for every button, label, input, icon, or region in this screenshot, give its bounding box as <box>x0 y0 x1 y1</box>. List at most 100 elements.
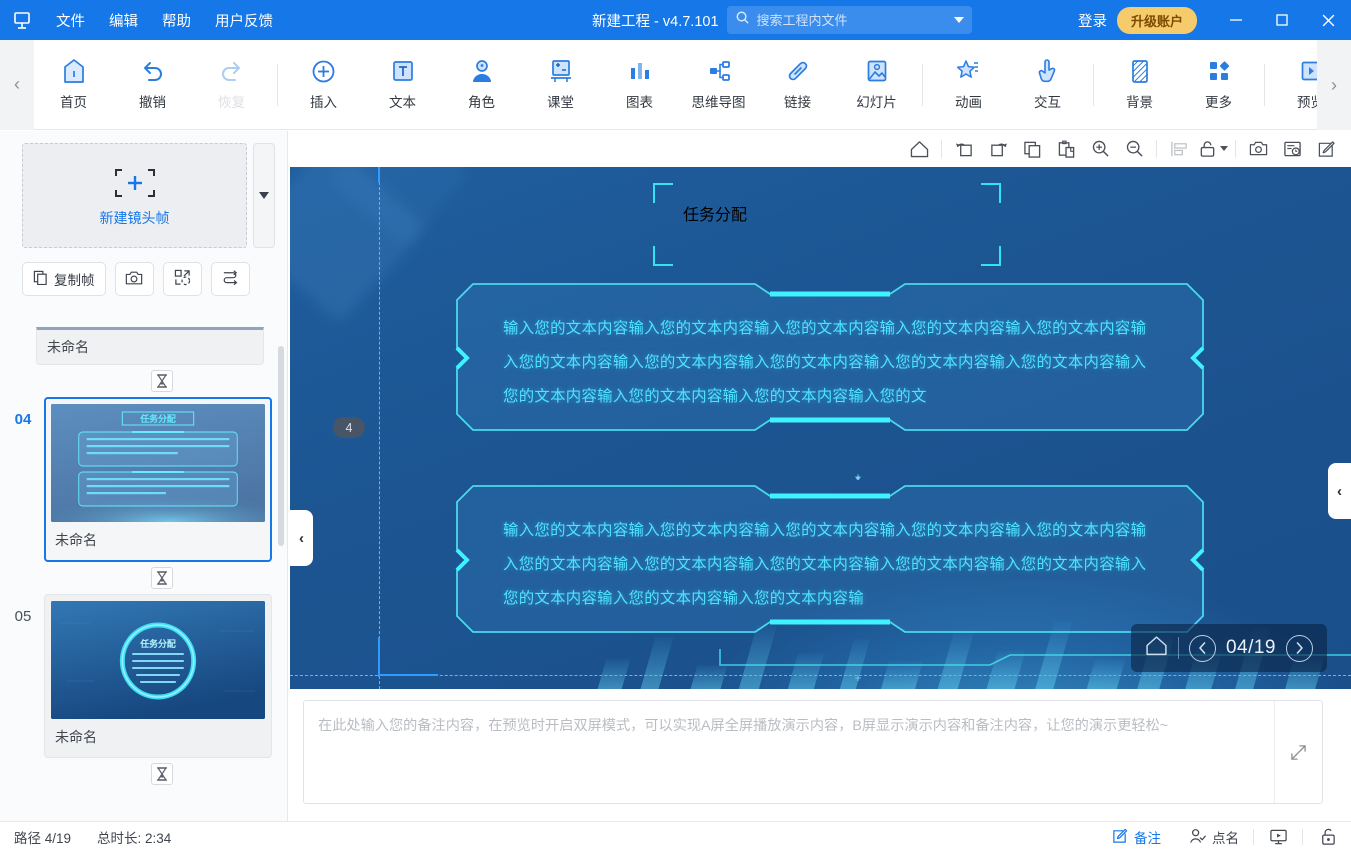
fit-frame-button[interactable] <box>162 262 202 296</box>
hourglass-icon[interactable] <box>151 763 173 785</box>
frame-number-badge[interactable]: 4 <box>333 417 365 438</box>
caret-down-icon <box>1220 146 1228 151</box>
collapse-right-panel-button[interactable]: ‹ <box>1328 463 1351 519</box>
status-right-group: 备注 点名 <box>1098 827 1351 847</box>
timeline-icon[interactable] <box>1275 134 1309 164</box>
ribbon-label: 动画 <box>955 95 982 110</box>
toolbar-divider <box>1235 139 1236 158</box>
menu-file[interactable]: 文件 <box>44 6 97 35</box>
path-indicator: 路径 4/19 <box>14 831 72 846</box>
more-grid-icon <box>1207 58 1231 84</box>
page-navigator[interactable]: 04/19 <box>1130 624 1327 672</box>
reorder-path-button[interactable] <box>210 262 250 296</box>
snapshot-icon[interactable] <box>1241 134 1275 164</box>
svg-text:+: + <box>854 470 861 484</box>
copy-icon[interactable] <box>1015 134 1049 164</box>
frame-connector[interactable] <box>0 562 287 594</box>
menu-help[interactable]: 帮助 <box>150 6 203 35</box>
home-outline-icon[interactable] <box>902 134 936 164</box>
home-outline-icon[interactable] <box>1145 635 1168 661</box>
frame-thumbnail: 任务分配 <box>51 601 265 719</box>
minimize-icon[interactable] <box>1213 0 1259 40</box>
frame-entry[interactable]: 05 任务分配 未命名 <box>0 594 287 758</box>
ribbon-button-background[interactable]: 背景 <box>1100 46 1179 124</box>
slide-title-group[interactable]: 任务分配 <box>653 183 1001 266</box>
rotate-right-icon[interactable] <box>981 134 1015 164</box>
new-frame-dropdown[interactable] <box>253 143 275 248</box>
align-left-icon[interactable] <box>1162 134 1196 164</box>
slide-text-panel-2[interactable]: 输入您的文本内容输入您的文本内容输入您的文本内容输入您的文本内容输入您的文本内容… <box>455 484 1205 634</box>
frame-entry[interactable]: 04 任务分配 <box>0 397 287 562</box>
lock-icon[interactable] <box>1303 828 1351 846</box>
unlock-icon[interactable] <box>1196 134 1230 164</box>
slide-text-panel-1[interactable]: 输入您的文本内容输入您的文本内容输入您的文本内容输入您的文本内容输入您的文本内容… <box>455 282 1205 432</box>
chevron-right-circle-icon[interactable] <box>1286 634 1313 662</box>
ribbon-divider <box>1093 63 1094 106</box>
ribbon-button-redo[interactable]: 恢复 <box>192 46 271 124</box>
new-frame-label: 新建镜头帧 <box>99 209 170 226</box>
corner-bracket-icon <box>653 183 673 203</box>
frame-connector[interactable] <box>0 758 287 790</box>
ribbon-button-classroom[interactable]: 课堂 <box>521 46 600 124</box>
frame-connector[interactable] <box>0 365 287 397</box>
search-box[interactable] <box>726 6 972 34</box>
upgrade-account-button[interactable]: 升级账户 <box>1116 6 1197 34</box>
slide-canvas[interactable]: + + 4 任务分配 输入您的文本内容输入您的文本内容输入您的文本内容输入您的文… <box>290 167 1351 689</box>
ribbon-group-insert: 插入 文本 角色 课堂 图表 思维导图 链接 幻灯片 <box>284 40 916 130</box>
edit-icon[interactable] <box>1309 134 1343 164</box>
background-icon <box>1128 58 1152 84</box>
ribbon-button-undo[interactable]: 撤销 <box>113 46 192 124</box>
frame-list-scrollbar[interactable] <box>278 346 284 546</box>
ribbon-button-interaction[interactable]: 交互 <box>1008 46 1087 124</box>
collapse-left-panel-button[interactable]: ‹ <box>290 510 313 566</box>
search-input[interactable] <box>756 12 947 28</box>
ribbon-button-more[interactable]: 更多 <box>1179 46 1258 124</box>
page-indicator: 04/19 <box>1225 637 1276 658</box>
camera-button[interactable] <box>114 262 154 296</box>
ribbon-label: 撤销 <box>139 95 166 110</box>
chevron-left-circle-icon[interactable] <box>1188 634 1216 662</box>
ribbon-scroll-left[interactable]: ‹ <box>0 39 34 130</box>
notes-placeholder[interactable]: 在此处输入您的备注内容，在预览时开启双屏模式，可以实现A屏全屏播放演示内容，B屏… <box>304 701 1274 803</box>
ribbon-scroll-right[interactable]: › <box>1317 40 1351 130</box>
notes-area[interactable]: 在此处输入您的备注内容，在预览时开启双屏模式，可以实现A屏全屏播放演示内容，B屏… <box>303 700 1323 804</box>
maximize-icon[interactable] <box>1259 0 1305 40</box>
expand-arrow-icon[interactable] <box>1274 701 1322 803</box>
rollcall-button[interactable]: 点名 <box>1175 827 1253 847</box>
chevron-down-icon[interactable] <box>953 17 964 23</box>
login-button[interactable]: 登录 <box>1068 10 1117 31</box>
frame-name: 未命名 <box>55 532 97 548</box>
menu-edit[interactable]: 编辑 <box>97 6 150 35</box>
zoom-out-icon[interactable] <box>1117 134 1151 164</box>
ribbon-button-animation[interactable]: 动画 <box>929 46 1008 124</box>
frame-card-05[interactable]: 任务分配 未命名 <box>44 594 272 758</box>
notes-toggle-button[interactable]: 备注 <box>1098 827 1175 847</box>
ribbon-label: 首页 <box>60 95 87 110</box>
copy-frame-button[interactable]: 复制帧 <box>22 262 106 296</box>
close-icon[interactable] <box>1305 0 1351 40</box>
toolbar-divider <box>1156 139 1157 158</box>
menu-feedback[interactable]: 用户反馈 <box>203 6 285 35</box>
ribbon-label: 插入 <box>310 95 337 110</box>
hourglass-icon[interactable] <box>151 567 173 589</box>
ribbon-button-chart[interactable]: 图表 <box>600 46 679 124</box>
ribbon-button-text[interactable]: 文本 <box>363 46 442 124</box>
rollcall-label: 点名 <box>1212 831 1239 846</box>
ribbon-button-link[interactable]: 链接 <box>758 46 837 124</box>
rotate-left-icon[interactable] <box>947 134 981 164</box>
frame-list[interactable]: 未命名 04 未命名 05 任务分配 未命名 <box>0 327 287 821</box>
ribbon-button-mindmap[interactable]: 思维导图 <box>679 46 758 124</box>
frame-card-04[interactable]: 任务分配 <box>44 397 272 562</box>
zoom-in-icon[interactable] <box>1083 134 1117 164</box>
monitor-play-icon[interactable] <box>1254 828 1302 846</box>
hourglass-icon[interactable] <box>151 370 173 392</box>
paste-icon[interactable] <box>1049 134 1083 164</box>
new-frame-button[interactable]: 新建镜头帧 <box>22 143 247 248</box>
frame-number: 05 <box>14 608 32 625</box>
frame-card-partial[interactable]: 未命名 <box>36 327 264 365</box>
ribbon-button-slide[interactable]: 幻灯片 <box>837 46 916 124</box>
ribbon-button-home[interactable]: 首页 <box>34 46 113 124</box>
ribbon-button-insert[interactable]: 插入 <box>284 46 363 124</box>
ribbon-button-character[interactable]: 角色 <box>442 46 521 124</box>
ribbon-label: 文本 <box>389 95 416 110</box>
